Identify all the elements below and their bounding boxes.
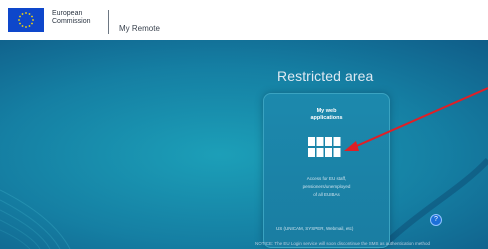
main-stage: Restricted area My web applications Acce… xyxy=(0,40,488,249)
brand-line-1: European xyxy=(52,10,83,17)
eu-flag-icon[interactable] xyxy=(8,8,44,32)
brand-line-2: Commission xyxy=(52,18,91,25)
annotation-arrow xyxy=(344,87,488,151)
brand-name: European Commission xyxy=(52,10,91,26)
header-divider xyxy=(108,10,109,34)
top-bar: European Commission My Remote xyxy=(0,0,488,41)
app-title[interactable]: My Remote xyxy=(119,24,160,33)
